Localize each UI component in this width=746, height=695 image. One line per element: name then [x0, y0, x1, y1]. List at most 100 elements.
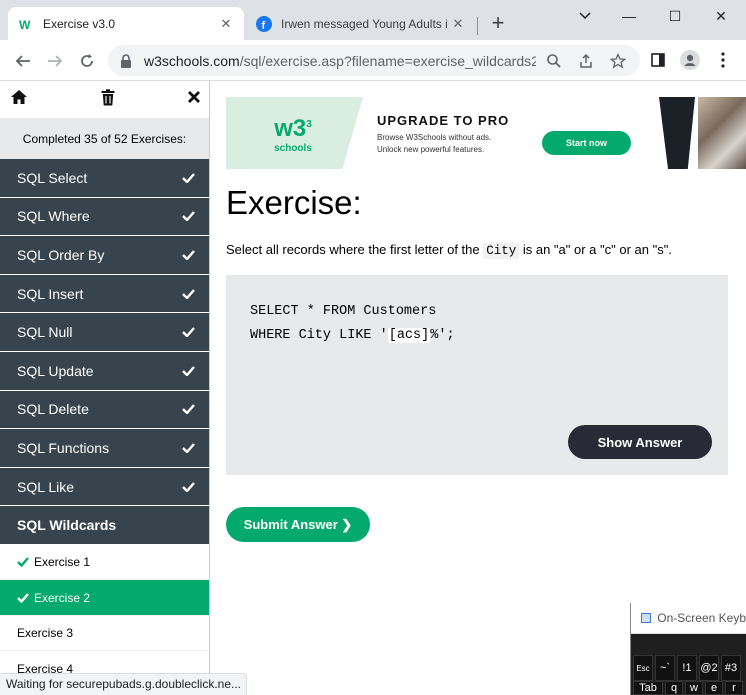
profile-avatar-icon[interactable]: [679, 49, 701, 71]
sidebar-item-label: SQL Select: [17, 169, 88, 186]
trash-icon[interactable]: [101, 88, 115, 111]
on-screen-keyboard[interactable]: On-Screen Keyb Esc ~` !1 @2 #3 Tab q w e…: [630, 603, 746, 695]
key-tab[interactable]: Tab: [633, 681, 663, 695]
maximize-button[interactable]: ☐: [660, 4, 690, 28]
sidebar-item-sql-insert[interactable]: SQL Insert: [0, 274, 209, 314]
close-tab-icon[interactable]: ✕: [450, 16, 466, 32]
status-bar: Waiting for securepubads.g.doubleclick.n…: [0, 673, 247, 695]
code-box: SELECT * FROM Customers WHERE City LIKE …: [226, 275, 728, 475]
osk-titlebar[interactable]: On-Screen Keyb: [631, 603, 746, 634]
sidebar-item-sql-like[interactable]: SQL Like: [0, 467, 209, 507]
bookmark-star-icon[interactable]: [608, 51, 628, 71]
keyboard-icon: [641, 613, 652, 623]
sidebar-item-sql-select[interactable]: SQL Select: [0, 159, 209, 198]
sidebar-item-label: SQL Insert: [17, 285, 84, 302]
start-now-button[interactable]: Start now: [542, 131, 631, 155]
code-text-before: WHERE City LIKE ': [250, 328, 388, 343]
lock-icon[interactable]: [120, 53, 134, 68]
check-icon: [182, 208, 195, 224]
sidebar-item-label: SQL Null: [17, 324, 73, 341]
ad-subtitle: Browse W3Schools without ads. Unlock new…: [377, 132, 527, 156]
show-answer-button[interactable]: Show Answer: [568, 425, 712, 459]
sidebar-item-sql-update[interactable]: SQL Update: [0, 351, 209, 391]
check-icon: [182, 324, 195, 340]
sidebar-exercise-1[interactable]: Exercise 1: [0, 544, 209, 581]
sidebar-exercise-2[interactable]: Exercise 2: [0, 580, 209, 616]
upgrade-ad-banner[interactable]: w33 schools UPGRADE TO PRO Browse W3Scho…: [226, 97, 746, 169]
check-icon: [17, 557, 30, 568]
key-r[interactable]: r: [725, 681, 743, 695]
sidebar-item-label: SQL Order By: [17, 246, 105, 263]
sidebar-item-sql-functions[interactable]: SQL Functions: [0, 429, 209, 468]
key-q[interactable]: q: [665, 681, 683, 695]
share-icon[interactable]: [576, 51, 596, 71]
sidebar-item-label: SQL Wildcards: [17, 517, 117, 534]
w3schools-favicon-icon: W: [18, 16, 34, 32]
chevron-down-icon[interactable]: [570, 4, 600, 28]
sidebar-toolbar: [0, 81, 209, 118]
back-icon[interactable]: [10, 48, 36, 74]
svg-text:W: W: [19, 18, 31, 32]
sidebar-item-sql-where[interactable]: SQL Where: [0, 197, 209, 237]
reload-icon[interactable]: [74, 48, 100, 74]
sidebar-item-label: SQL Functions: [17, 439, 110, 456]
exercise-sidebar: Completed 35 of 52 Exercises: SQL Select…: [0, 81, 210, 695]
facebook-icon: f: [256, 15, 272, 32]
ad-line-2: Unlock new powerful features.: [377, 145, 485, 154]
exercise-instruction: Select all records where the first lette…: [226, 242, 672, 259]
ad-logo-schools: schools: [274, 143, 312, 154]
tab-title: Exercise v3.0: [43, 16, 116, 31]
url-text: w3schools.com/sql/exercise.asp?filename=…: [144, 53, 536, 69]
answer-input[interactable]: [acs]: [387, 328, 431, 343]
kebab-menu-icon[interactable]: [712, 49, 734, 71]
key-2[interactable]: @2: [699, 655, 719, 681]
forward-icon[interactable]: [42, 48, 68, 74]
tab-strip: W Exercise v3.0 ✕ f Irwen messaged Young…: [0, 0, 746, 40]
code-line-2: WHERE City LIKE '[acs]%';: [250, 328, 455, 343]
page-title: Exercise:: [226, 184, 362, 221]
side-panel-icon[interactable]: [647, 49, 669, 71]
progress-text: Completed 35 of 52 Exercises:: [0, 118, 209, 159]
sidebar-item-sql-wildcards[interactable]: SQL Wildcards: [0, 506, 209, 545]
sidebar-item-sql-delete[interactable]: SQL Delete: [0, 390, 209, 430]
sidebar-exercise-3[interactable]: Exercise 3: [0, 615, 209, 652]
address-bar[interactable]: w3schools.com/sql/exercise.asp?filename=…: [108, 45, 640, 76]
key-3[interactable]: #3: [721, 655, 741, 681]
minimize-button[interactable]: —: [614, 4, 644, 28]
key-w[interactable]: w: [685, 681, 703, 695]
ad-logo-sup: 3: [306, 119, 312, 130]
ad-decoration: [659, 97, 695, 169]
tab-exercise[interactable]: W Exercise v3.0 ✕: [8, 7, 244, 40]
check-icon: [182, 440, 195, 456]
close-icon[interactable]: [187, 90, 201, 109]
tab-divider: [477, 17, 478, 35]
sidebar-item-sql-order-by[interactable]: SQL Order By: [0, 236, 209, 275]
sidebar-item-sql-null[interactable]: SQL Null: [0, 313, 209, 352]
sidebar-item-label: SQL Where: [17, 208, 90, 225]
home-icon[interactable]: [10, 89, 28, 110]
sidebar-item-label: SQL Update: [17, 362, 94, 379]
close-window-button[interactable]: ✕: [706, 4, 736, 28]
check-icon: [182, 363, 195, 379]
code-line-1: SELECT * FROM Customers: [250, 304, 437, 319]
check-icon: [182, 170, 195, 186]
key-esc[interactable]: Esc: [633, 655, 653, 681]
sidebar-item-label: SQL Delete: [17, 401, 89, 418]
tab-facebook[interactable]: f Irwen messaged Young Adults i ✕: [246, 7, 476, 40]
close-tab-icon[interactable]: ✕: [218, 16, 234, 32]
check-icon: [182, 479, 195, 495]
search-icon[interactable]: [544, 51, 564, 71]
key-1[interactable]: !1: [677, 655, 697, 681]
check-icon: [182, 247, 195, 263]
new-tab-button[interactable]: +: [486, 12, 510, 36]
instruction-code: City: [483, 243, 520, 259]
submit-answer-button[interactable]: Submit Answer ❯: [226, 507, 370, 542]
instruction-text-after: is an "a" or a "c" or an "s".: [519, 242, 672, 257]
ad-title: UPGRADE TO PRO: [377, 113, 510, 128]
check-icon: [182, 401, 195, 417]
key-tilde[interactable]: ~`: [655, 655, 675, 681]
key-e[interactable]: e: [705, 681, 723, 695]
osk-row-2: Tab q w e r: [631, 681, 743, 695]
svg-text:f: f: [262, 20, 266, 32]
osk-title: On-Screen Keyb: [657, 611, 746, 625]
